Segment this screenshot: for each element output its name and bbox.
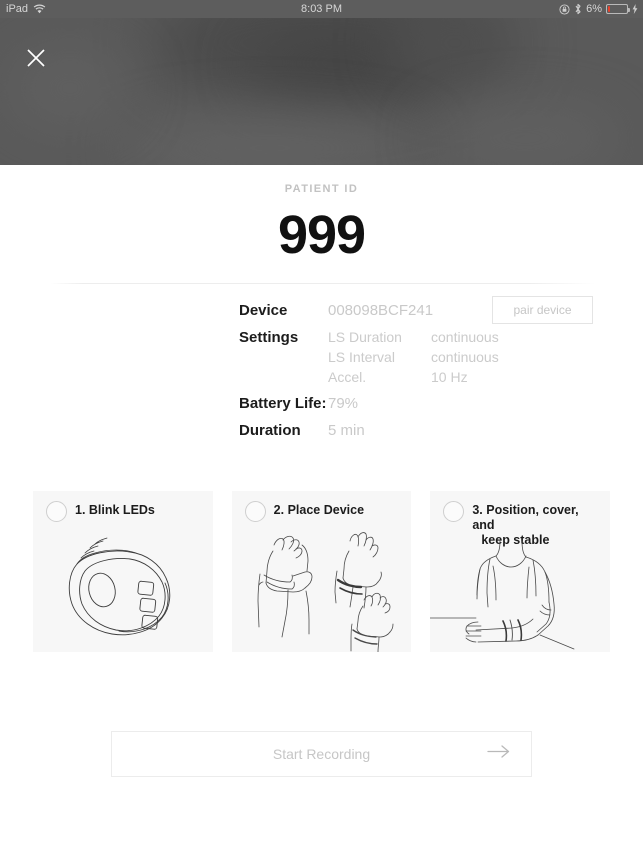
hands-placing-band-illustration [232,527,412,652]
battery-life-value: 79% [328,395,359,412]
instruction-title-1: 1. Blink LEDs [75,503,155,517]
instruction-cards: 1. Blink LEDs 2. Place Device 3. Positio… [33,491,611,652]
detail-row-accel: Accel. 10 Hz [239,369,599,395]
setting-value-ls-duration: continuous [431,329,499,345]
close-icon [27,49,45,67]
battery-percent-label: 6% [586,3,602,15]
patient-id-value: 999 [277,205,366,265]
card-header: 2. Place Device [244,500,406,522]
instruction-title-2: 2. Place Device [273,503,365,517]
card-header: 1. Blink LEDs [46,500,207,522]
backdrop-blur-shape [120,118,420,165]
battery-fill [608,6,610,12]
detail-row-battery: Battery Life: 79% [239,395,599,422]
status-bar-right: 6% [559,0,638,18]
device-label: Device [239,302,288,319]
instruction-card-3[interactable]: 3. Position, cover, and keep stable [430,491,611,652]
duration-label: Duration [239,422,301,439]
setting-name-ls-interval: LS Interval [328,349,395,365]
settings-label: Settings [239,329,299,346]
step-checkbox-icon[interactable] [443,501,465,522]
status-bar: iPad 8:03 PM 6% [0,0,643,18]
setting-name-ls-duration: LS Duration [328,329,402,345]
instruction-card-1[interactable]: 1. Blink LEDs [33,491,213,652]
detail-row-settings: Settings LS Duration continuous [239,329,599,349]
instruction-card-2[interactable]: 2. Place Device [231,491,412,652]
setting-value-ls-interval: continuous [431,349,499,365]
setting-value-accel: 10 Hz [431,369,468,385]
patient-id-label: PATIENT ID [284,183,359,195]
step-checkbox-icon[interactable] [46,501,67,522]
status-clock: 8:03 PM [301,3,342,15]
person-arm-on-table-illustration [430,539,610,652]
duration-value: 5 min [328,422,365,439]
arrow-right-icon [487,745,511,764]
wristband-device-illustration [33,527,213,652]
close-button[interactable] [22,44,50,72]
device-id-value: 008098BCF241 [328,302,434,319]
backdrop-blur-shape [430,108,620,165]
detail-row-device: Device 008098BCF241 pair device [239,296,599,329]
step-checkbox-icon[interactable] [244,501,266,522]
device-details: Device 008098BCF241 pair device Settings… [239,296,599,449]
setting-name-accel: Accel. [328,369,367,385]
detail-row-ls-interval: LS Interval continuous [239,349,599,369]
start-recording-button[interactable]: Start Recording [111,731,532,777]
app-root: iPad 8:03 PM 6% PATIENT ID 999 Device 00… [0,0,643,858]
dimmed-backdrop [0,18,643,165]
start-recording-label: Start Recording [272,746,371,762]
battery-life-label: Battery Life: [239,395,327,412]
bluetooth-icon [574,3,582,15]
section-divider [50,283,595,284]
detail-row-duration: Duration 5 min [239,422,599,449]
instruction-title-3-line1: 3. Position, cover, and [472,503,579,532]
battery-icon [606,4,630,14]
rotation-lock-icon [559,3,570,15]
pair-device-button[interactable]: pair device [492,296,593,324]
charging-bolt-icon [632,4,638,14]
